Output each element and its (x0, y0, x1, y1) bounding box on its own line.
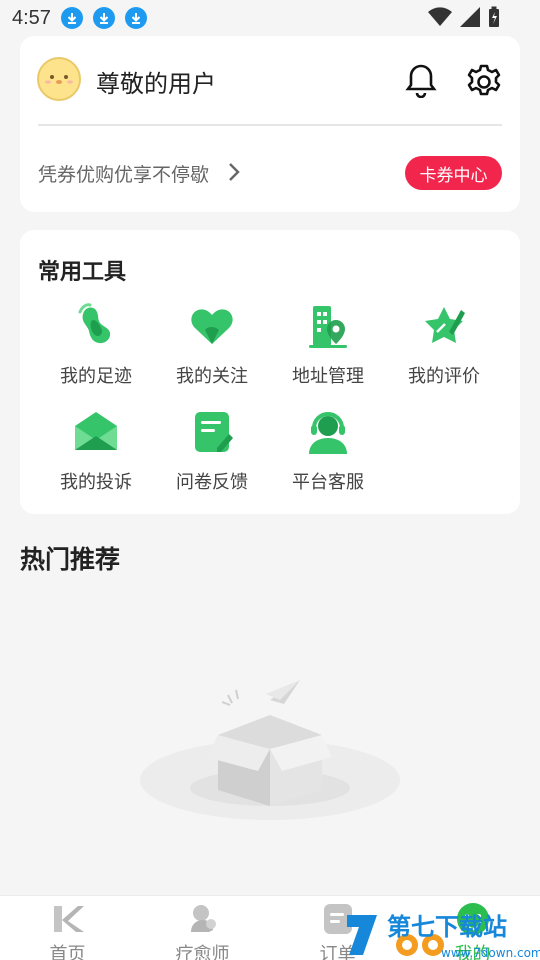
watermark-url: www.7down.com (441, 946, 540, 960)
chevron-right-icon[interactable] (228, 162, 240, 182)
signal-icon (460, 7, 480, 27)
tool-label: 我的足迹 (60, 366, 132, 387)
tool-my-footprint[interactable]: 我的足迹 (38, 302, 154, 392)
tool-my-follows[interactable]: 我的关注 (154, 302, 270, 392)
tool-label: 平台客服 (292, 472, 364, 493)
building-location-icon (309, 306, 347, 348)
tools-card: 常用工具 我的足迹 我的关注 地址管理 我的评价 我的投诉 问卷反馈 平台客服 (20, 230, 520, 514)
divider (38, 124, 502, 126)
home-icon (54, 906, 84, 932)
tool-address-management[interactable]: 地址管理 (270, 302, 386, 392)
battery-icon (489, 6, 499, 27)
bell-icon[interactable] (404, 62, 438, 98)
username[interactable]: 尊敬的用户 (96, 64, 216, 99)
hot-recommend-title: 热门推荐 (20, 545, 121, 574)
download-icon (92, 7, 115, 29)
envelope-icon (75, 412, 117, 450)
tab-label: 疗愈师 (175, 944, 230, 960)
wifi-icon (428, 7, 452, 27)
empty-box-illustration (140, 680, 400, 820)
star-pen-icon (425, 307, 465, 343)
tab-home[interactable]: 首页 (0, 896, 135, 960)
avatar[interactable] (37, 57, 81, 101)
questionnaire-icon (195, 412, 233, 452)
tool-questionnaire-feedback[interactable]: 问卷反馈 (154, 408, 270, 498)
watermark-text: 第七下载站 (387, 913, 507, 941)
status-bar: 4:57 (0, 0, 540, 36)
headset-icon (309, 412, 347, 454)
tool-label: 地址管理 (292, 366, 364, 387)
tool-label: 我的关注 (176, 366, 248, 387)
status-time: 4:57 (12, 6, 51, 29)
tab-therapist[interactable]: 疗愈师 (135, 896, 270, 960)
status-indicators (428, 6, 500, 28)
promo-text[interactable]: 凭券优购优享不停歇 (38, 160, 209, 187)
download-icon (124, 7, 147, 29)
user-card: 尊敬的用户 凭券优购优享不停歇 卡券中心 (20, 36, 520, 212)
tool-label: 问卷反馈 (176, 472, 248, 493)
download-icon (60, 7, 83, 29)
tool-customer-service[interactable]: 平台客服 (270, 408, 386, 498)
gear-icon[interactable] (466, 64, 502, 100)
watermark-logo: 第七下载站 www.7down.com (347, 913, 540, 960)
therapist-icon (191, 905, 216, 932)
tool-my-complaints[interactable]: 我的投诉 (38, 408, 154, 498)
tool-label: 我的评价 (408, 366, 480, 387)
tool-label: 我的投诉 (60, 472, 132, 493)
coupon-center-button[interactable]: 卡券中心 (405, 156, 502, 190)
heart-icon (191, 309, 233, 344)
tools-title: 常用工具 (38, 260, 127, 285)
footprint-icon (78, 303, 111, 344)
tab-label: 首页 (49, 944, 86, 960)
tool-my-reviews[interactable]: 我的评价 (386, 302, 502, 392)
